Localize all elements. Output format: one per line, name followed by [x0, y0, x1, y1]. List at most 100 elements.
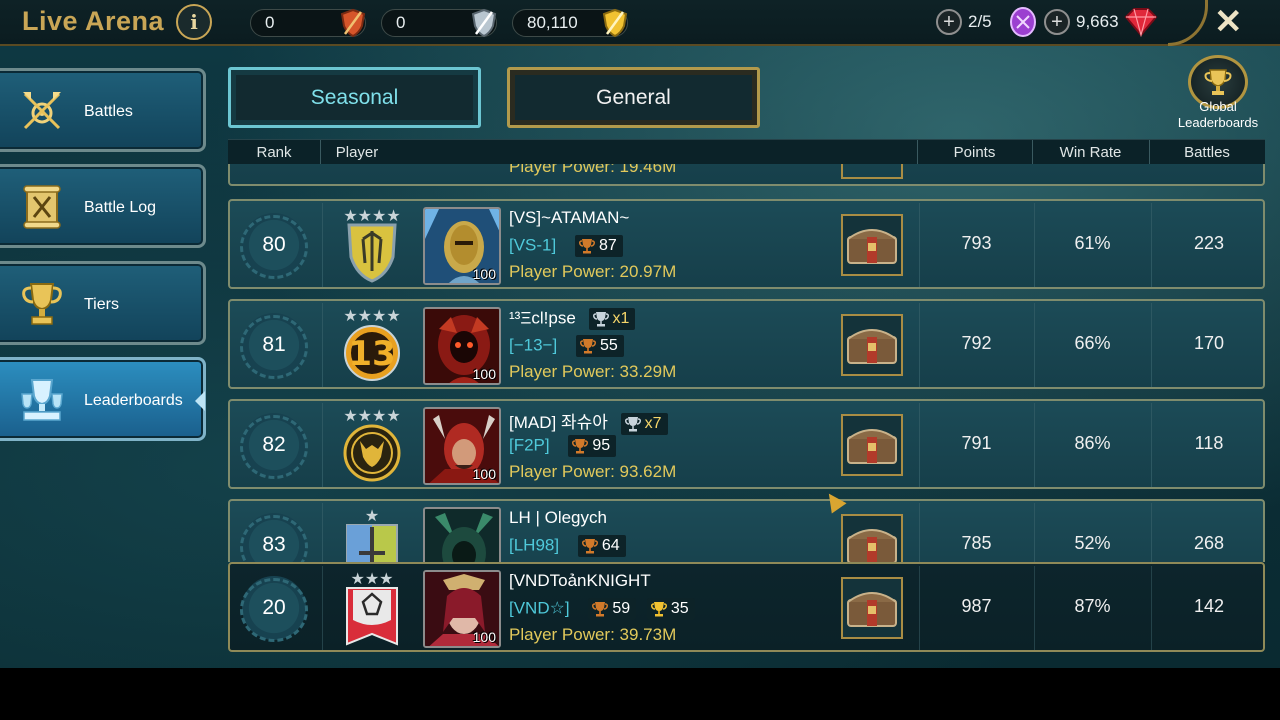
sidebar-item-battle-log[interactable]: Battle Log — [0, 164, 206, 248]
points-value: 785 — [961, 533, 992, 553]
trophy-count-value: 59 — [612, 600, 631, 617]
bronze-trophy-icon — [572, 439, 589, 454]
champion-level: 100 — [472, 266, 496, 282]
player-name: ¹³Ξcl!pse — [509, 308, 576, 328]
rank-badge: 83 — [240, 513, 308, 562]
info-button[interactable]: i — [176, 4, 212, 40]
champion-count: x1 — [588, 308, 636, 330]
champion-avatar: 100 — [423, 570, 501, 648]
add-gems-button[interactable]: + — [1044, 9, 1070, 35]
scroll-icon — [18, 183, 66, 231]
player-name-row: ¹³Ξcl!pse x1 — [509, 308, 636, 330]
champion-count-value: x7 — [644, 414, 662, 432]
player-power: Player Power: 39.73M — [509, 625, 677, 644]
sidebar-item-label: Battles — [84, 103, 133, 120]
tab-general[interactable]: General — [507, 67, 760, 128]
player-name: LH | Olegych — [509, 508, 607, 527]
chest-icon[interactable] — [841, 414, 903, 476]
battles-value: 142 — [1193, 596, 1225, 616]
clan-banner-icon: ★★★ — [343, 568, 401, 648]
table-row[interactable]: 82 ★★★★ 100 [MAD] 좌슈아 x7 [F2P] 95 Player… — [228, 399, 1265, 489]
silver-trophy-icon — [624, 416, 641, 432]
clan-tag: [LH98] 64 — [509, 535, 626, 557]
champion-avatar: 100 — [423, 307, 501, 385]
silver-shield-counter: 0 — [381, 8, 497, 38]
clan-tag-text: [VS-1] — [509, 235, 557, 255]
champion-avatar: 100 — [423, 207, 501, 285]
silver-trophy-icon — [592, 312, 609, 327]
red-shield-value: 0 — [265, 13, 275, 32]
header-battles: Battles — [1184, 144, 1230, 161]
silver-shield-value: 0 — [396, 13, 406, 32]
global-label-line1: Global — [1199, 99, 1237, 114]
trophy-count: 87 — [574, 235, 623, 257]
crossed-axes-icon — [18, 87, 66, 135]
svg-text:★★★: ★★★ — [350, 571, 393, 588]
corner-ornament — [1168, 0, 1208, 46]
tab-seasonal[interactable]: Seasonal — [228, 67, 481, 128]
battles-value: 223 — [1193, 233, 1225, 253]
battles-value: 118 — [1194, 433, 1224, 453]
player-name: [VNDToảnKNIGHT — [509, 571, 651, 590]
trophy-count: 55 — [575, 335, 624, 357]
trophy-count-value: 55 — [599, 337, 618, 354]
clan-tag-text: [F2P] — [509, 435, 550, 455]
table-row[interactable]: 83 ★ LH | Olegych [LH98] 64 785 52% 268 — [228, 499, 1265, 562]
rank-badge: 20 — [240, 576, 308, 642]
svg-text:★★★★: ★★★★ — [343, 408, 400, 425]
trophy-icon — [18, 280, 66, 328]
clan-tag: [−13−] 55 — [509, 335, 624, 357]
bronze-trophy-icon — [579, 339, 596, 354]
global-label-line2: Leaderboards — [1177, 115, 1259, 130]
chest-icon[interactable] — [841, 314, 903, 376]
rank-value: 83 — [262, 533, 286, 556]
table-row[interactable]: 81 ★★★★ 13 100 ¹³Ξcl!pse x1 [−13−] 55 Pl… — [228, 299, 1265, 389]
leaderboard-trophies-icon — [18, 376, 66, 424]
chest-icon[interactable] — [841, 214, 903, 276]
tier-emblem-icon: ★★★★ — [343, 205, 401, 285]
win-rate-value: 52% — [1074, 533, 1111, 553]
trophy-count: 95 — [568, 435, 617, 457]
clan-emblem-icon: ★★★★ — [343, 405, 401, 485]
svg-text:★: ★ — [365, 508, 379, 525]
tier-emblem-icon: ★ — [343, 505, 401, 562]
rank-value: 81 — [262, 333, 286, 356]
table-row[interactable]: 80 ★★★★ 100 [VS]~ATAMAN~ [VS-1] 87 Playe… — [228, 199, 1265, 289]
active-pointer — [195, 391, 205, 411]
header-player: Player — [335, 144, 379, 161]
close-button[interactable]: ✕ — [1214, 2, 1243, 42]
trophy-count: 59 — [588, 598, 637, 620]
bronze-trophy-icon — [578, 239, 595, 254]
top-bar: Live Arena i 0 0 80,110 + 2/5 + 9,663 ✕ — [0, 0, 1280, 46]
sidebar-item-battles[interactable]: Battles — [0, 68, 206, 152]
champion-level: 100 — [472, 366, 496, 382]
points-value: 791 — [961, 433, 992, 453]
add-tokens-button[interactable]: + — [936, 9, 962, 35]
leaderboard-list[interactable]: Player Power: 19.46M 80 ★★★★ 100 [VS]~AT… — [228, 164, 1268, 562]
header-win-rate: Win Rate — [1059, 144, 1122, 161]
points-value: 793 — [961, 233, 992, 253]
global-leaderboards-button[interactable]: Global Leaderboards — [1168, 55, 1268, 135]
clan-emblem-icon: ★★★★ 13 — [343, 305, 401, 385]
chest-icon[interactable] — [841, 577, 903, 639]
rank-badge: 81 — [240, 313, 308, 379]
battles-value: 268 — [1193, 533, 1225, 553]
sidebar-item-tiers[interactable]: Tiers — [0, 261, 206, 345]
table-row[interactable]: Player Power: 19.46M — [228, 164, 1265, 186]
win-rate-value: 86% — [1074, 433, 1111, 453]
gold-trophy-count: 35 — [646, 598, 695, 620]
points-value: 987 — [961, 596, 992, 616]
chest-icon[interactable] — [841, 514, 903, 562]
player-power: Player Power: 19.46M — [509, 164, 677, 176]
points-value: 792 — [961, 333, 992, 353]
my-rank-row[interactable]: 20 ★★★ 100 [VNDToảnKNIGHT [VND☆] 59 35 P… — [228, 562, 1265, 652]
trophy-count-value: 95 — [592, 437, 611, 454]
letterbox-bar — [0, 668, 1280, 720]
rank-value: 20 — [262, 596, 286, 619]
rank-badge: 80 — [240, 213, 308, 279]
table-header: Rank Player Points Win Rate Battles — [228, 139, 1265, 165]
sidebar-item-leaderboards[interactable]: Leaderboards — [0, 357, 206, 441]
rank-value: 82 — [262, 433, 286, 456]
header-points: Points — [953, 144, 996, 161]
rank-badge: 82 — [240, 413, 308, 479]
